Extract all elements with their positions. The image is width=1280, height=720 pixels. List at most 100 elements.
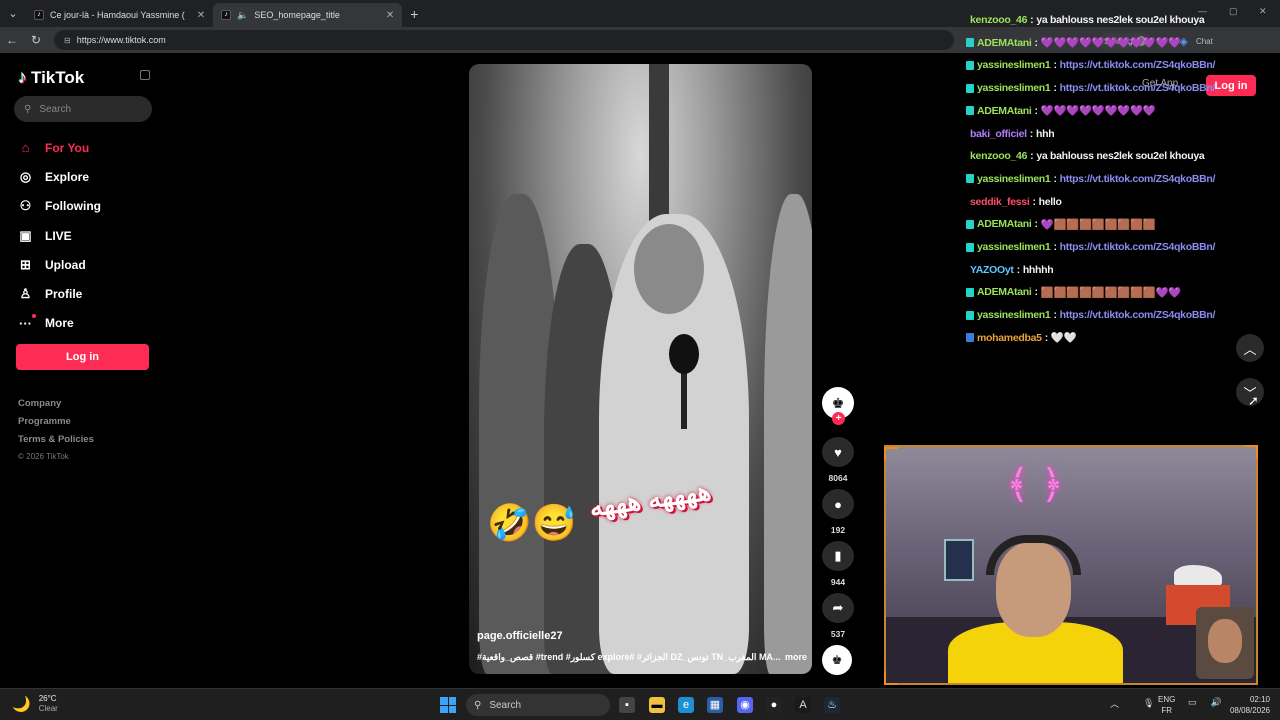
- chat-username: yassineslimen1: [977, 172, 1051, 185]
- chat-separator: :: [1034, 104, 1038, 117]
- footer-link-company[interactable]: Company: [18, 398, 94, 416]
- save-button[interactable]: ▮: [822, 541, 854, 571]
- url-field[interactable]: ⊟ https://www.tiktok.com: [54, 30, 954, 50]
- taskbar-search-placeholder: Search: [489, 699, 522, 711]
- sidebar-item-profile[interactable]: ♙ Profile: [18, 279, 101, 308]
- chat-separator: :: [1030, 150, 1034, 163]
- like-button[interactable]: ♥: [822, 437, 854, 467]
- sidebar-item-more[interactable]: ··· More: [18, 309, 101, 338]
- chat-badge-icon: [966, 38, 974, 48]
- sidebar-item-for-you[interactable]: ⌂ For You: [18, 133, 101, 162]
- tiktok-logo[interactable]: ♪ TikTok: [18, 67, 84, 88]
- discord-icon[interactable]: ◉: [737, 697, 753, 713]
- close-icon[interactable]: ✕: [386, 10, 394, 21]
- chat-badge-icon: [966, 83, 974, 93]
- sidebar-item-upload[interactable]: ⊞ Upload: [18, 250, 101, 279]
- chat-username: yassineslimen1: [977, 59, 1051, 72]
- author-avatar[interactable]: ♚ +: [822, 387, 854, 425]
- comment-button[interactable]: ●: [822, 489, 854, 519]
- new-tab-button[interactable]: +: [410, 6, 418, 22]
- edge-icon[interactable]: e: [678, 697, 694, 713]
- chat-link[interactable]: https://vt.tiktok.com/ZS4qkoBBn/: [1060, 241, 1216, 253]
- sidebar-item-label: LIVE: [45, 228, 72, 243]
- footer-link-terms[interactable]: Terms & Policies: [18, 434, 94, 452]
- steam-icon[interactable]: ♨: [824, 697, 840, 713]
- sidebar-nav: ⌂ For You ◎ Explore ⚇ Following ▣ LIVE ⊞…: [18, 133, 101, 338]
- share-icon: ➦: [832, 600, 844, 615]
- weather-widget[interactable]: 🌙 26°C Clear: [12, 694, 58, 713]
- chat-text: hello: [1038, 195, 1062, 208]
- chat-message: ADEMAtani: 💜💜💜💜💜💜💜💜💜💜💜: [966, 32, 1181, 54]
- sidebar-item-following[interactable]: ⚇ Following: [18, 192, 101, 221]
- back-icon[interactable]: ←: [0, 33, 24, 47]
- tab-title: SEO_homepage_title: [254, 10, 340, 20]
- search-input[interactable]: ⚲ Search: [14, 96, 152, 122]
- chat-link[interactable]: https://vt.tiktok.com/ZS4qkoBBn/: [1060, 59, 1216, 71]
- tab-list-icon[interactable]: ⌄: [0, 0, 26, 27]
- sidebar-item-label: Profile: [45, 287, 83, 302]
- browser-tab-2[interactable]: ♪ 🔈 SEO_homepage_title ✕: [213, 3, 403, 27]
- login-button[interactable]: Log in: [16, 344, 149, 370]
- tray-chevron-icon[interactable]: ︿: [1110, 697, 1119, 710]
- chat-username: ADEMAtani: [977, 286, 1032, 299]
- clock-date: 08/08/2026: [1229, 706, 1270, 715]
- follow-plus-icon[interactable]: +: [832, 412, 845, 425]
- file-explorer-icon[interactable]: ▬: [649, 697, 665, 713]
- chat-badge-icon: [966, 287, 974, 297]
- chat-username: kenzooo_46: [970, 14, 1028, 26]
- chat-username: ADEMAtani: [977, 104, 1032, 117]
- chat-message: ADEMAtani: 💜🟫🟫🟫🟫🟫🟫🟫🟫: [966, 213, 1156, 235]
- chat-link[interactable]: https://vt.tiktok.com/ZS4qkoBBn/: [1060, 82, 1216, 94]
- site-info-icon[interactable]: ⊟: [64, 36, 71, 45]
- video-author[interactable]: page.officielle27: [477, 630, 563, 642]
- sidebar-item-live[interactable]: ▣ LIVE: [18, 221, 101, 250]
- chat-link[interactable]: https://vt.tiktok.com/ZS4qkoBBn/: [1060, 309, 1216, 321]
- browser-tab-1[interactable]: ♪ Ce jour-là - Hamdaoui Yassmine ( ✕: [26, 3, 213, 27]
- start-button[interactable]: [440, 697, 456, 713]
- task-view-icon[interactable]: ▪: [619, 697, 635, 713]
- chat-separator: :: [1034, 286, 1038, 299]
- chat-message: kenzooo_46: ya bahlouss nes2lek sou2el kh…: [966, 145, 1205, 167]
- chat-text: 🟫🟫🟫🟫🟫🟫🟫🟫🟫💜💜: [1040, 286, 1182, 299]
- network-icon[interactable]: ▭: [1188, 697, 1197, 708]
- chat-separator: :: [1053, 309, 1057, 322]
- chat-separator: :: [1044, 331, 1049, 344]
- chat-text: hhh: [1036, 127, 1055, 140]
- sidebar-item-explore[interactable]: ◎ Explore: [18, 162, 101, 191]
- speaker-icon[interactable]: 🔈: [237, 10, 248, 21]
- chat-message: mohamedba5: 🤍🤍: [966, 327, 1077, 349]
- url-text: https://www.tiktok.com: [76, 35, 166, 45]
- logo-text: TikTok: [31, 67, 85, 87]
- video-hashtags[interactable]: #قصص_واقعية #trend #كسلور explore# #الجز…: [477, 652, 780, 663]
- obs-icon[interactable]: ●: [766, 697, 782, 713]
- footer-link-programme[interactable]: Programme: [18, 416, 94, 434]
- capcut-icon[interactable]: A: [795, 697, 811, 713]
- chat-badge-icon: [966, 242, 974, 252]
- taskbar-search[interactable]: ⚲ Search: [466, 694, 610, 716]
- volume-icon[interactable]: 🔊: [1211, 697, 1222, 708]
- close-icon[interactable]: ✕: [197, 10, 205, 21]
- pip-face: [1208, 619, 1242, 663]
- music-disc[interactable]: ♚: [822, 645, 852, 675]
- chat-link[interactable]: https://vt.tiktok.com/ZS4qkoBBn/: [1060, 173, 1216, 185]
- microphone-icon[interactable]: 🎙: [1143, 698, 1154, 709]
- previous-video-button[interactable]: ︿: [1236, 334, 1264, 362]
- copyright: © 2026 TikTok: [18, 452, 69, 461]
- language-indicator[interactable]: ENG FR: [1158, 694, 1175, 716]
- chat-message: ADEMAtani: 🟫🟫🟫🟫🟫🟫🟫🟫🟫💜💜: [966, 281, 1181, 303]
- chat-badge-icon: [966, 219, 974, 229]
- video-player[interactable]: 🤣😅 ههههه هههه page.officielle27 #قصص_واق…: [469, 64, 812, 674]
- chevron-up-icon: ︿: [1243, 341, 1257, 357]
- chat-separator: :: [1053, 172, 1057, 185]
- store-icon[interactable]: ▦: [707, 697, 723, 713]
- more-link[interactable]: more: [785, 652, 807, 663]
- collapse-sidebar-icon[interactable]: [140, 70, 150, 80]
- share-button[interactable]: ➦: [822, 593, 854, 623]
- chat-message: yassineslimen1: https://vt.tiktok.com/ZS4…: [966, 236, 1215, 258]
- chat-message: kenzooo_46: ya bahlouss nes2lek sou2el kh…: [966, 9, 1205, 31]
- reload-icon[interactable]: ↻: [24, 33, 48, 47]
- streamer-webcam: ﴾ ﴿: [884, 445, 1258, 685]
- clock[interactable]: 02:10 08/08/2026: [1226, 694, 1270, 716]
- chat-badge-icon: [966, 333, 974, 343]
- frame-corner: [1244, 445, 1258, 459]
